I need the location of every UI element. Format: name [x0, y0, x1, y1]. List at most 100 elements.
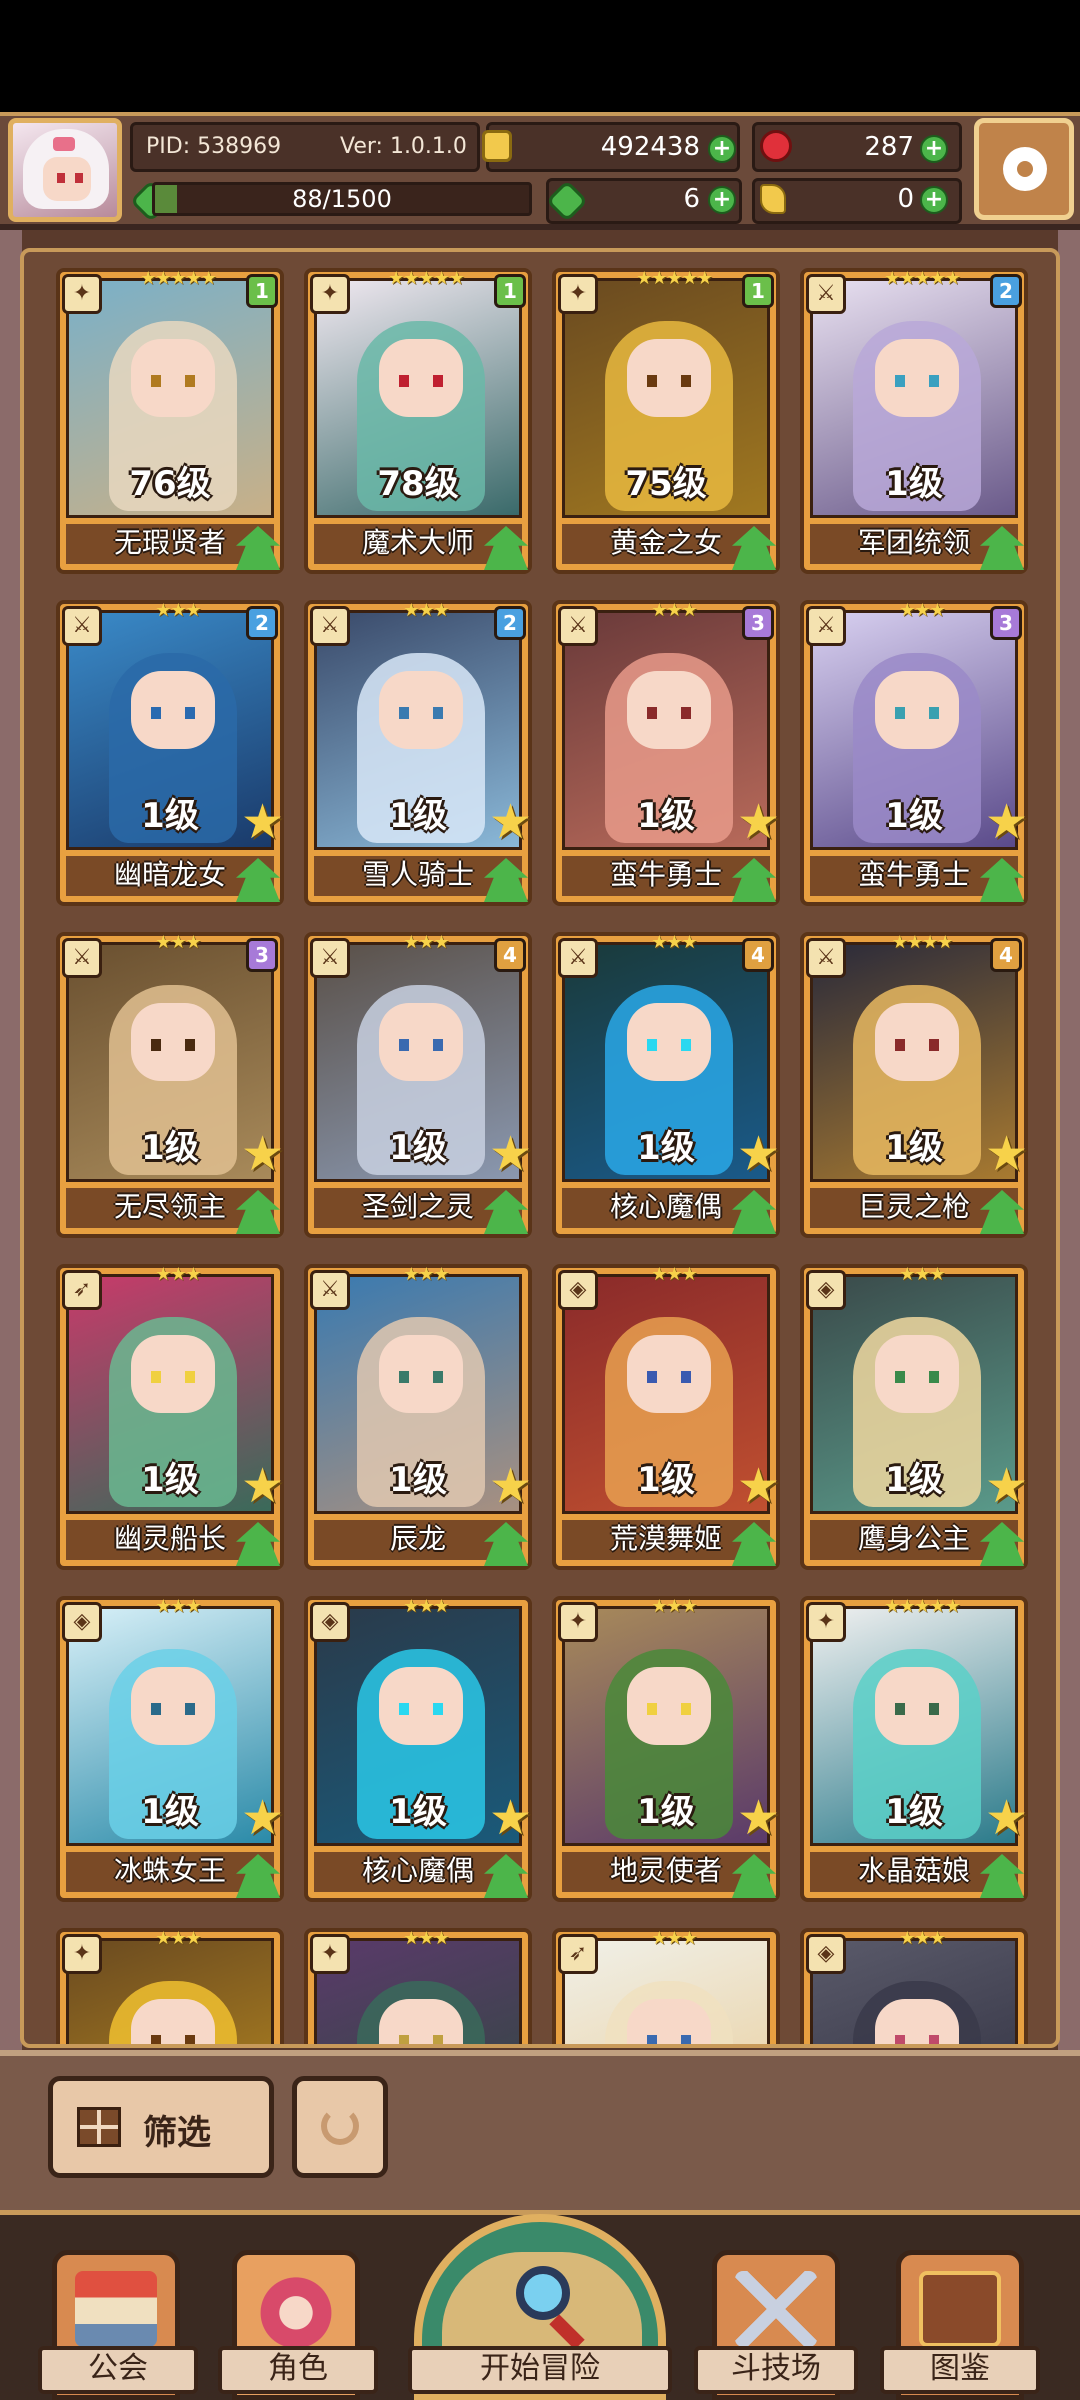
star-rating: ★★★ [651, 932, 697, 953]
character-card[interactable]: ➶ ★★★ 1级 幽灵船长 [56, 1264, 284, 1570]
star-rating: ★★★ [899, 1264, 945, 1285]
clover-amount: 6 [683, 184, 700, 214]
character-card[interactable]: ⚔ ★★★★★ 2 1级 军团统领 [800, 268, 1028, 574]
wand-class-icon: ✦ [62, 274, 102, 314]
character-card[interactable]: ✦ ★★★★★ 1级 水晶菇娘 [800, 1596, 1028, 1902]
wand-class-icon: ✦ [310, 1934, 350, 1974]
star-rating: ★★★★★ [636, 268, 713, 289]
star-rating: ★★★ [899, 600, 945, 621]
character-card[interactable]: ⚔ ★★★ 4 1级 核心魔偶 [552, 932, 780, 1238]
rank-badge: 4 [494, 938, 526, 972]
character-card[interactable]: ⚔ ★★★ 3 1级 无尽领主 [56, 932, 284, 1238]
character-card[interactable]: ◈ ★★★ 1级 鹰身公主 [800, 1264, 1028, 1570]
wand-class-icon: ✦ [558, 274, 598, 314]
character-card[interactable]: ➶ ★★★ [552, 1928, 780, 2044]
rank-badge: 3 [742, 606, 774, 640]
sword-class-icon: ⚔ [558, 606, 598, 646]
character-level: 1级 [885, 464, 943, 504]
shield-class-icon: ◈ [558, 1270, 598, 1310]
add-gem-icon[interactable]: + [920, 135, 948, 163]
add-gold-icon[interactable]: + [708, 135, 736, 163]
star-rating: ★★★ [403, 932, 449, 953]
gear-icon [1003, 147, 1047, 191]
shield-class-icon: ◈ [310, 1602, 350, 1642]
star-rating: ★★★ [155, 1596, 201, 1617]
character-level: 76级 [129, 464, 211, 504]
stamina-text: 88/1500 [292, 185, 392, 213]
rank-badge: 2 [246, 606, 278, 640]
character-card[interactable]: ⚔ ★★★ 1级 辰龙 [304, 1264, 532, 1570]
rank-badge: 3 [990, 606, 1022, 640]
character-level: 75级 [625, 464, 707, 504]
guild-house-icon [75, 2271, 157, 2347]
sword-class-icon: ⚔ [558, 938, 598, 978]
refresh-button[interactable] [292, 2076, 388, 2178]
star-rating: ★★★ [403, 1596, 449, 1617]
star-rating: ★★★ [651, 1264, 697, 1285]
rank-badge: 1 [246, 274, 278, 308]
character-card[interactable]: ◈ ★★★ 1级 冰蛛女王 [56, 1596, 284, 1902]
character-card[interactable]: ⚔ ★★★ 2 1级 幽暗龙女 [56, 600, 284, 906]
character-card[interactable]: ◈ ★★★ 1级 核心魔偶 [304, 1596, 532, 1902]
character-card[interactable]: ✦ ★★★ 1级 地灵使者 [552, 1596, 780, 1902]
filter-button[interactable]: 筛选 [48, 2076, 274, 2178]
star-rating: ★★★★★ [140, 268, 217, 289]
star-rating: ★★★ [155, 1264, 201, 1285]
star-rating: ★★★★★ [388, 268, 465, 289]
wand-class-icon: ✦ [310, 274, 350, 314]
ruby-gem-icon [760, 130, 792, 162]
nav-codex-label[interactable]: 图鉴 [880, 2346, 1040, 2394]
star-rating: ★★★ [403, 1928, 449, 1949]
character-card[interactable]: ⚔ ★★★ 4 1级 圣剑之灵 [304, 932, 532, 1238]
settings-button[interactable] [974, 118, 1074, 220]
sword-class-icon: ⚔ [310, 606, 350, 646]
character-card[interactable]: ⚔ ★★★ 2 1级 雪人骑士 [304, 600, 532, 906]
stamina-bar: 88/1500 [152, 182, 532, 216]
character-card[interactable]: ⚔ ★★★ 3 1级 蛮牛勇士 [800, 600, 1028, 906]
character-card[interactable]: ⚔ ★★★ 3 1级 蛮牛勇士 [552, 600, 780, 906]
sword-class-icon: ⚔ [310, 938, 350, 978]
character-card[interactable]: ◈ ★★★ 1级 荒漠舞姬 [552, 1264, 780, 1570]
book-icon [919, 2271, 1001, 2347]
gold-amount: 492438 [600, 132, 700, 162]
star-rating: ★★★ [651, 600, 697, 621]
character-card[interactable]: ⚔ ★★★★ 4 1级 巨灵之枪 [800, 932, 1028, 1238]
nav-arena-label[interactable]: 斗技场 [694, 2346, 858, 2394]
gem-amount: 287 [864, 132, 914, 162]
player-avatar[interactable] [8, 118, 122, 222]
gold-coin-icon [482, 130, 512, 162]
add-horn-icon[interactable]: + [920, 186, 948, 214]
sword-class-icon: ⚔ [62, 938, 102, 978]
character-card[interactable]: ✦ ★★★★★ 1 76级 无瑕贤者 [56, 268, 284, 574]
crossed-swords-icon [735, 2271, 817, 2347]
character-level: 78级 [377, 464, 459, 504]
star-rating: ★★★ [403, 1264, 449, 1285]
horn-amount: 0 [897, 184, 914, 214]
character-grid[interactable]: ✦ ★★★★★ 1 76级 无瑕贤者 ✦ ★★★★★ 1 78级 魔术大师 ✦ ★★★★★ 1 75级 黄金… [20, 248, 1060, 2048]
character-card[interactable]: ✦ ★★★ [56, 1928, 284, 2044]
sword-class-icon: ⚔ [806, 274, 846, 314]
bow-class-icon: ➶ [62, 1270, 102, 1310]
sword-class-icon: ⚔ [310, 1270, 350, 1310]
star-rating: ★★★★★ [884, 1596, 961, 1617]
pid-text: PID: 538969 [146, 134, 282, 159]
bow-class-icon: ➶ [558, 1934, 598, 1974]
character-card[interactable]: ✦ ★★★★★ 1 78级 魔术大师 [304, 268, 532, 574]
nav-adventure-label[interactable]: 开始冒险 [408, 2346, 672, 2394]
sword-class-icon: ⚔ [806, 606, 846, 646]
character-card[interactable]: ◈ ★★★ [800, 1928, 1028, 2044]
wand-class-icon: ✦ [62, 1934, 102, 1974]
nav-guild-label[interactable]: 公会 [38, 2346, 198, 2394]
character-card[interactable]: ✦ ★★★★★ 1 75级 黄金之女 [552, 268, 780, 574]
star-rating: ★★★★ [891, 932, 954, 953]
shield-class-icon: ◈ [62, 1602, 102, 1642]
horn-icon [760, 184, 786, 214]
star-rating: ★★★ [899, 1928, 945, 1949]
grid-icon [77, 2107, 121, 2147]
add-clover-icon[interactable]: + [708, 186, 736, 214]
star-rating: ★★★ [403, 600, 449, 621]
nav-role-label[interactable]: 角色 [218, 2346, 378, 2394]
sword-class-icon: ⚔ [806, 938, 846, 978]
rank-badge: 1 [494, 274, 526, 308]
character-card[interactable]: ✦ ★★★ [304, 1928, 532, 2044]
